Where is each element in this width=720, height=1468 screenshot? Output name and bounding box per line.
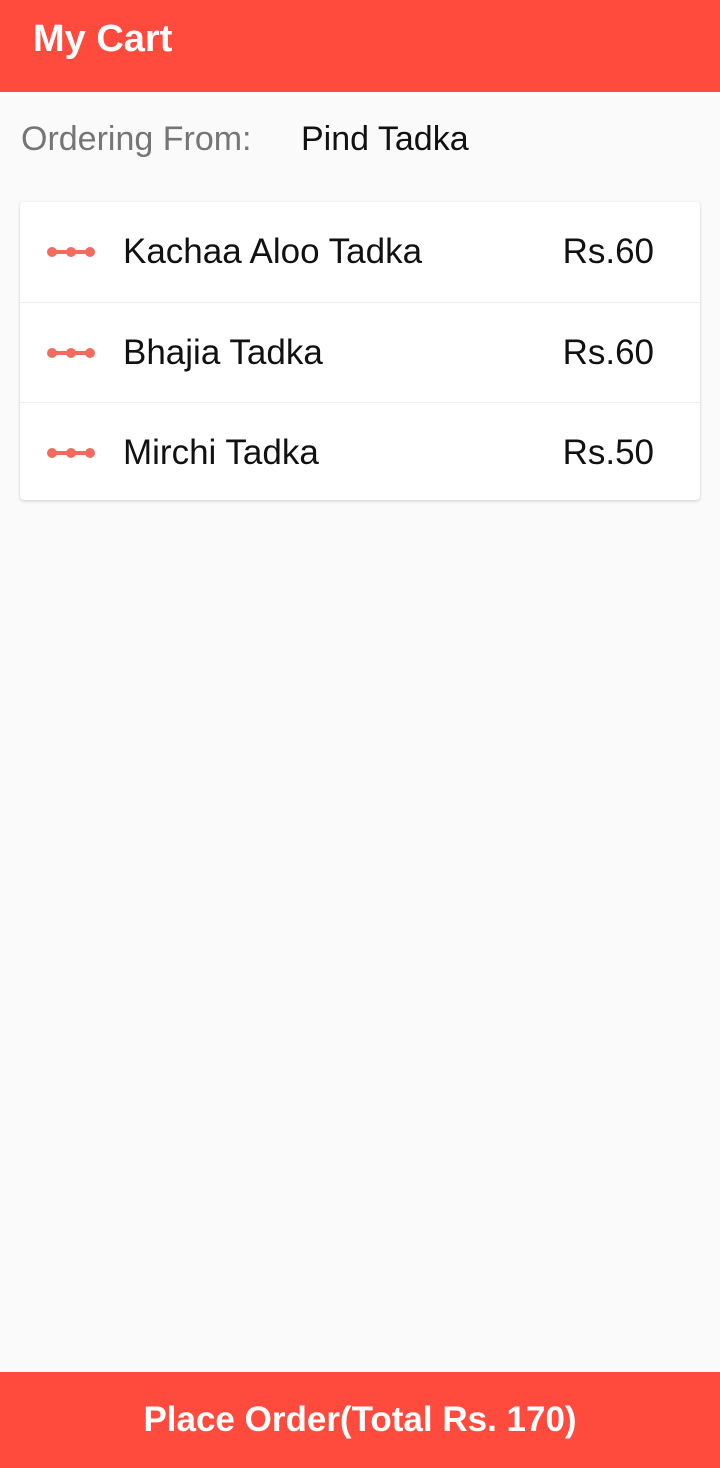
cart-item-name: Bhajia Tadka: [123, 333, 323, 372]
ordering-from-row: Ordering From: Pind Tadka: [21, 116, 469, 162]
cart-item-price: Rs.50: [562, 433, 654, 472]
cart-item[interactable]: Kachaa Aloo Tadka Rs.60: [20, 202, 700, 302]
cart-item-name: Kachaa Aloo Tadka: [123, 232, 423, 271]
cart-item[interactable]: Mirchi Tadka Rs.50: [20, 402, 700, 500]
restaurant-name: Pind Tadka: [301, 120, 469, 158]
ordering-from-label: Ordering From:: [21, 120, 252, 158]
cart-item[interactable]: Bhajia Tadka Rs.60: [20, 302, 700, 402]
cart-item-price: Rs.60: [562, 232, 654, 271]
cart-screen: My Cart Ordering From: Pind Tadka Kachaa…: [0, 0, 720, 1468]
cart-item-price: Rs.60: [562, 333, 654, 372]
dumbbell-icon: [47, 247, 95, 257]
cart-items-list: Kachaa Aloo Tadka Rs.60 Bhajia Tadka Rs.…: [20, 202, 700, 500]
place-order-button[interactable]: Place Order(Total Rs. 170): [0, 1372, 720, 1468]
page-title: My Cart: [33, 18, 173, 60]
dumbbell-icon: [47, 348, 95, 358]
app-bar: My Cart: [0, 0, 720, 92]
dumbbell-icon: [47, 448, 95, 458]
cart-item-name: Mirchi Tadka: [123, 433, 319, 472]
